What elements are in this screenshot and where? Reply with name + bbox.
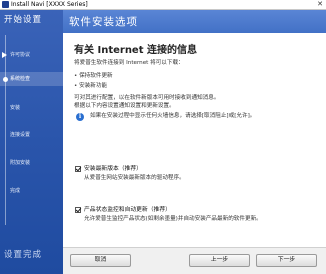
page-title: 有关 Internet 连接的信息 [74, 45, 197, 56]
page-header: 软件安装选项 [63, 10, 326, 33]
sidebar-header: 开始设置 [0, 10, 63, 28]
sidebar-step-label: 安装 [10, 105, 21, 111]
sidebar-step-connection: 连接设置 [0, 128, 63, 142]
next-button[interactable]: 下一步 [256, 254, 317, 267]
description-text: 可对其进行配置，以在软件新版本可用时接收到通知消息。 [74, 95, 220, 101]
back-button[interactable]: 上一步 [189, 254, 250, 267]
main-content: 有关 Internet 连接的信息 将爱普生软件连接到 Internet 将可以… [63, 33, 326, 247]
install-latest-checkbox[interactable] [75, 166, 81, 172]
sidebar: 开始设置 许可协议 系统检查 安装 连接设置 附加安装 完成 设置完成 [0, 10, 63, 274]
app-icon [2, 1, 9, 8]
cancel-button[interactable]: 取消 [70, 254, 131, 267]
sidebar-step-finish: 完成 [0, 184, 63, 198]
step-arrow-icon [2, 52, 7, 58]
option-description: 允许爱普生监控产品状态(如剩余墨量)并自动安装产品最新的软件更新。 [84, 216, 262, 222]
option-label[interactable]: 安装最新版本（推荐） [84, 165, 142, 173]
close-icon[interactable]: ✕ [317, 0, 323, 9]
bullet-item: • 安装新功能 [74, 83, 108, 89]
page-header-title: 软件安装选项 [69, 16, 138, 28]
option-label[interactable]: 产品状态监控和自动更新（推荐） [84, 206, 171, 214]
sidebar-step-label: 许可协议 [10, 52, 31, 58]
sidebar-footer: 设置完成 [4, 250, 43, 260]
sidebar-step-additional: 附加安装 [0, 156, 63, 170]
intro-text: 将爱普生软件连接到 Internet 将可以下载： [74, 60, 184, 66]
sidebar-step-label: 连接设置 [10, 132, 31, 138]
monitor-update-checkbox[interactable] [75, 207, 81, 213]
sidebar-step-license: 许可协议 [0, 48, 63, 62]
sidebar-step-label: 完成 [10, 188, 21, 194]
sidebar-step-install: 安装 [0, 101, 63, 115]
sidebar-steps: 许可协议 系统检查 安装 连接设置 附加安装 完成 [0, 35, 63, 225]
description-text: 根据以下内容设置通知设置和更新设置。 [74, 103, 175, 109]
firewall-info-text: 如果在安装过程中显示任何火墙信息，请选择[取消阻止]或[允许]。 [90, 113, 256, 119]
option-description: 从爱普生网站安装最新版本的驱动程序。 [84, 175, 185, 181]
sidebar-header-label: 开始设置 [4, 15, 43, 25]
sidebar-step-label: 系统检查 [10, 76, 31, 82]
option-install-latest: 安装最新版本（推荐） 从爱普生网站安装最新版本的驱动程序。 [75, 166, 321, 188]
option-monitor-update: 产品状态监控和自动更新（推荐） 允许爱普生监控产品状态(如剩余墨量)并自动安装产… [75, 207, 321, 229]
sidebar-step-system-check: 系统检查 [0, 72, 63, 86]
current-step-dot-icon [3, 77, 8, 82]
bullet-item: • 保持软件更新 [74, 73, 113, 79]
sidebar-step-label: 附加安装 [10, 160, 31, 166]
window-titlebar: Install Navi [XXXX Series] ✕ [0, 0, 326, 10]
button-bar: 取消 上一步 下一步 [63, 247, 326, 274]
window-title: Install Navi [XXXX Series] [11, 1, 88, 8]
info-icon: i [76, 113, 84, 121]
